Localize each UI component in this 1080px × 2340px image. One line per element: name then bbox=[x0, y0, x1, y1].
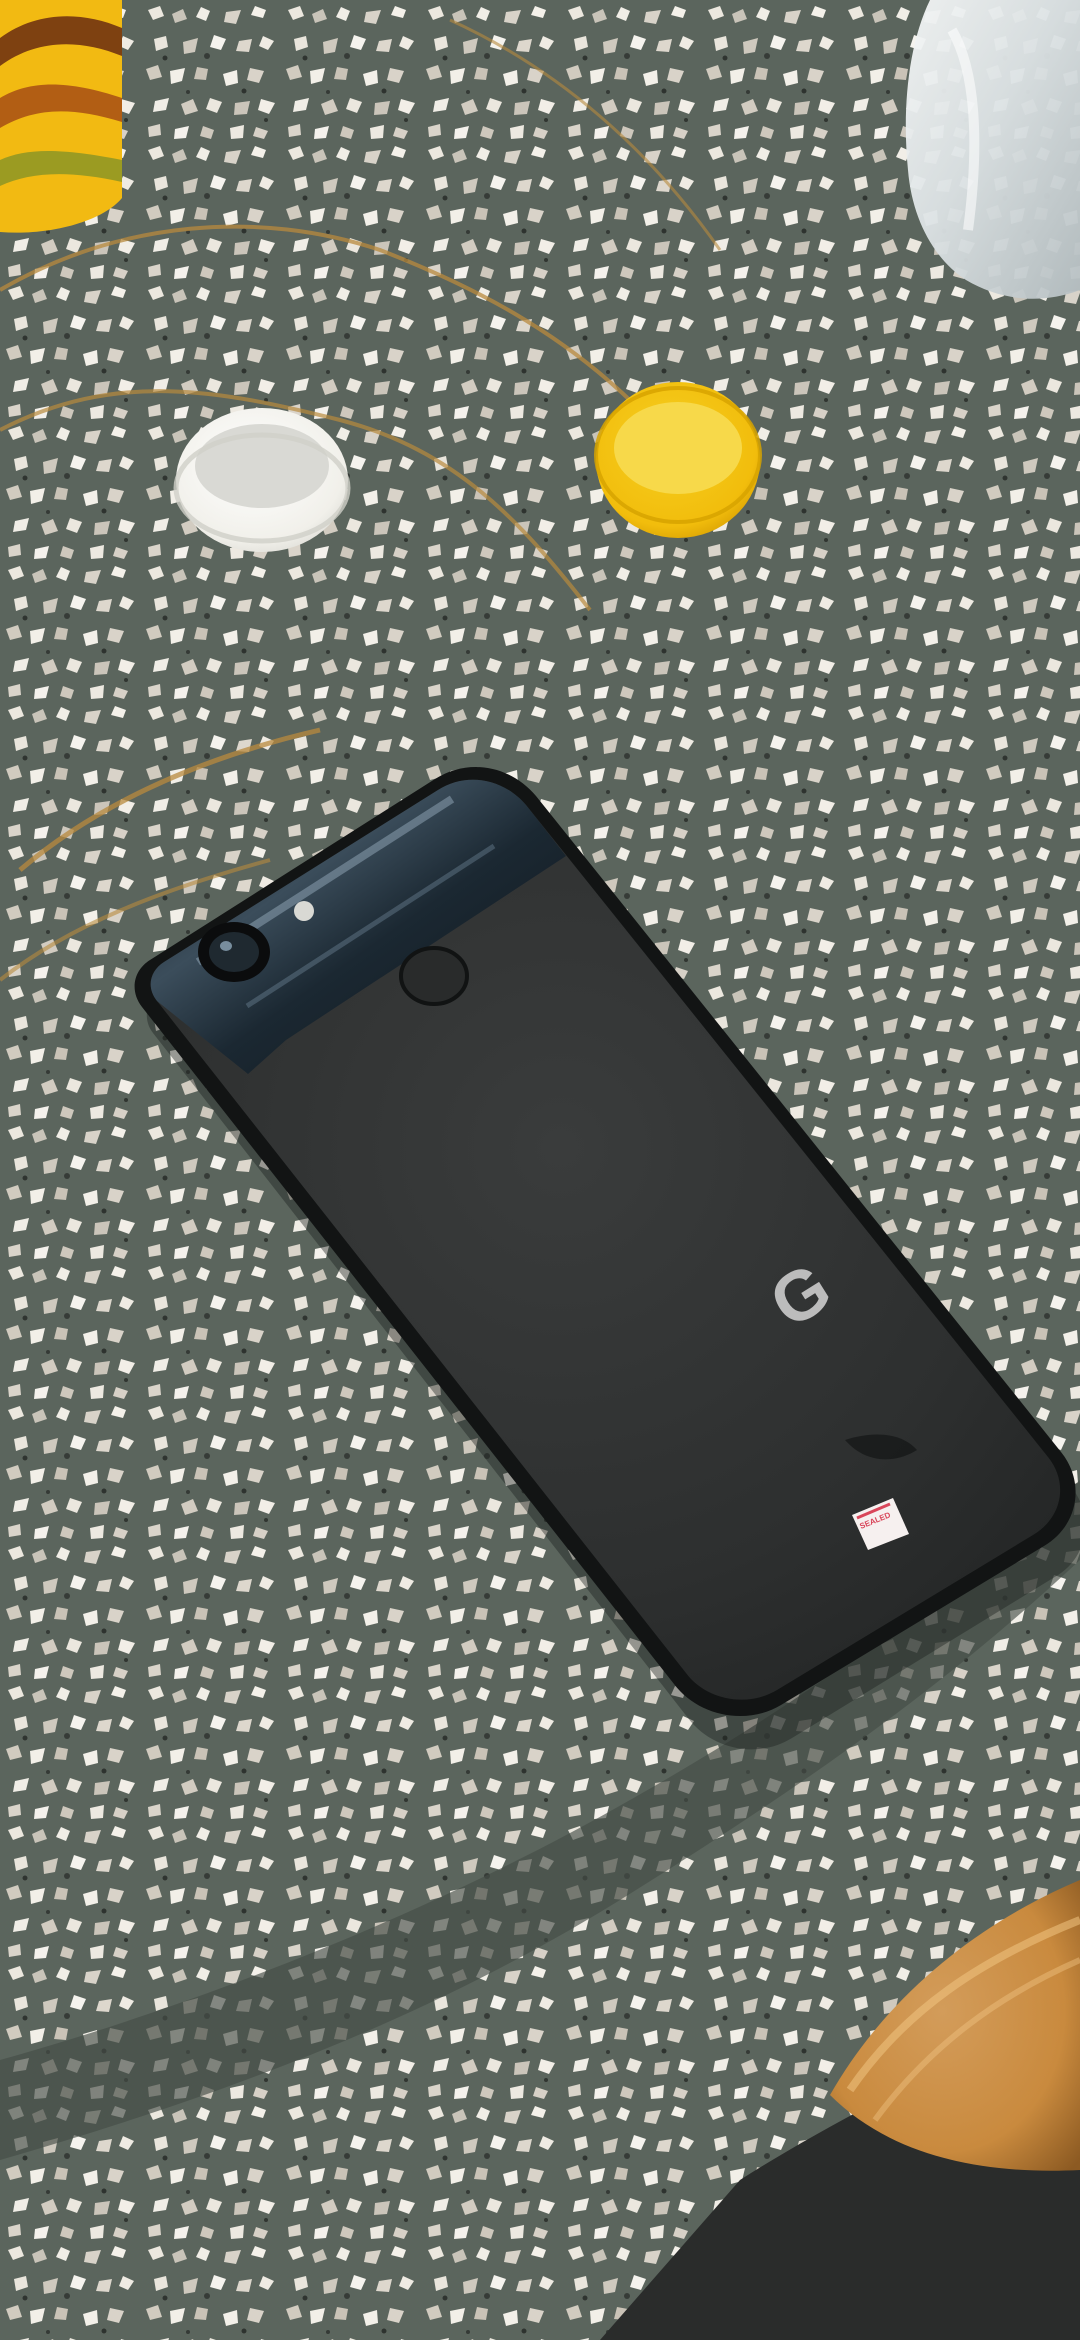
flash-icon bbox=[294, 901, 314, 921]
scene-illustration: G SEALED bbox=[0, 0, 1080, 2340]
camera-lens-inner bbox=[209, 932, 259, 972]
fingerprint-sensor-icon bbox=[399, 946, 469, 1006]
photo-scene: G SEALED bbox=[0, 0, 1080, 2340]
yellow-cap-inner bbox=[614, 402, 742, 494]
camera-lens-highlight bbox=[220, 941, 232, 951]
